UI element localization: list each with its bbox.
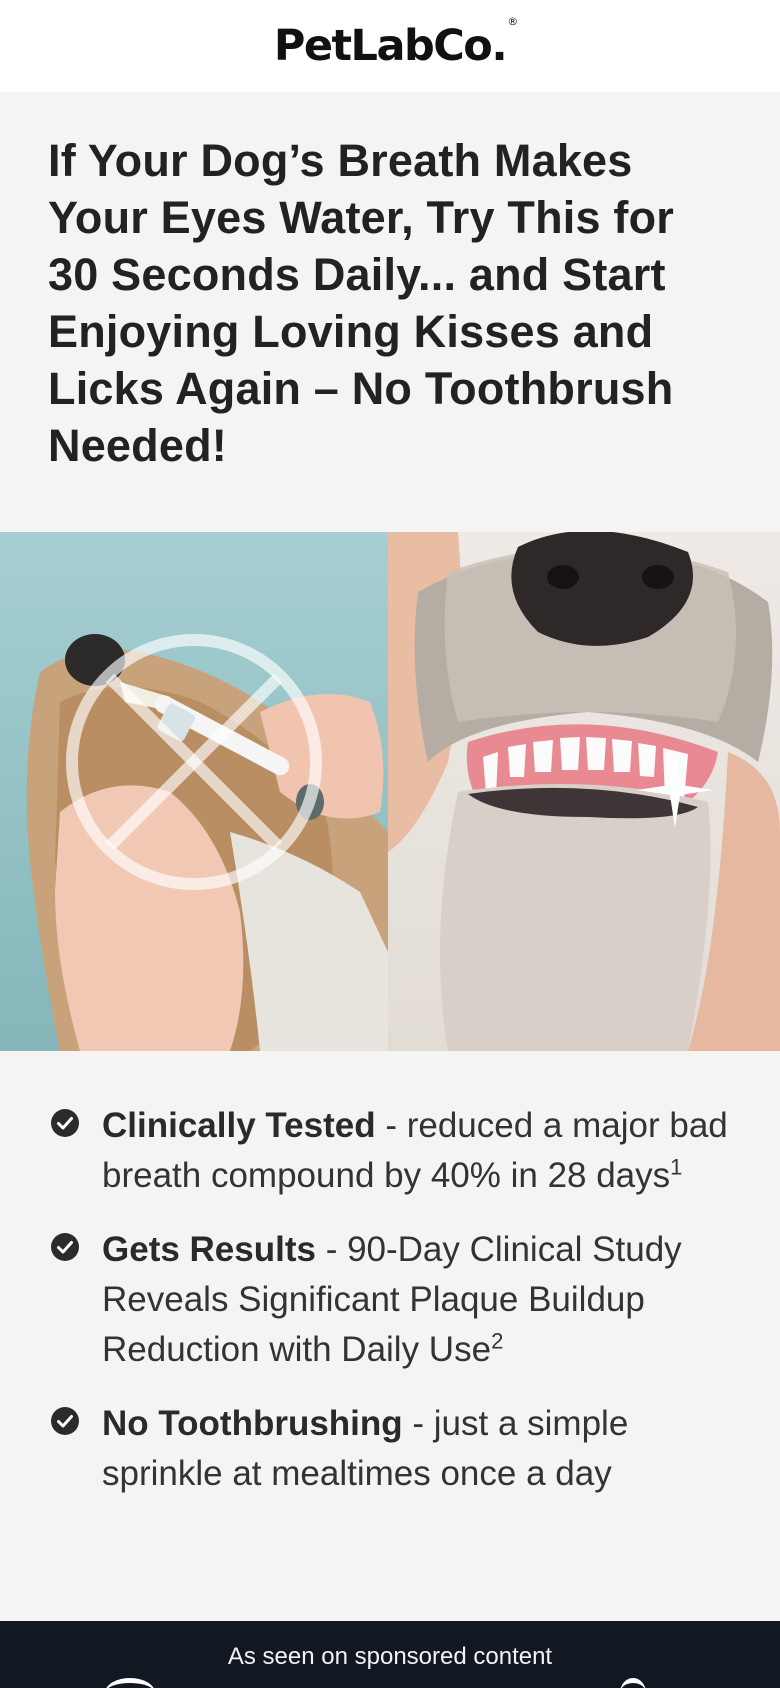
clean-teeth-dog-photo: [388, 532, 780, 1051]
media-logo-icon: [105, 1678, 155, 1688]
sponsored-content-label: As seen on sponsored content: [227, 1643, 553, 1670]
registered-mark: ®: [507, 15, 519, 28]
hero-image-comparison: [0, 532, 780, 1051]
site-header: PetLabCo. ®: [0, 0, 780, 92]
footnote-marker[interactable]: 1: [670, 1154, 682, 1179]
media-logo-icon: [620, 1678, 646, 1688]
feature-item: Clinically Tested - reduced a major bad …: [50, 1101, 732, 1201]
check-circle-icon: [51, 1407, 79, 1435]
petlabco-logo[interactable]: PetLabCo. ®: [273, 15, 518, 71]
feature-title: No Toothbrushing: [102, 1404, 403, 1443]
feature-title: Clinically Tested: [102, 1106, 376, 1145]
feature-item: No Toothbrushing - just a simple sprinkl…: [50, 1399, 732, 1499]
clean-teeth-illustration: [388, 532, 780, 1051]
check-circle-icon: [51, 1233, 79, 1261]
logo-text: PetLabCo.: [273, 21, 508, 71]
footnote-marker[interactable]: 2: [491, 1328, 503, 1353]
sponsored-footer-bar: As seen on sponsored content: [0, 1621, 780, 1688]
feature-text: No Toothbrushing - just a simple sprinkl…: [102, 1399, 732, 1499]
feature-text: Clinically Tested - reduced a major bad …: [102, 1101, 732, 1201]
feature-list: Clinically Tested - reduced a major bad …: [0, 1051, 780, 1523]
toothbrush-dog-photo: [0, 532, 388, 1051]
feature-text: Gets Results - 90-Day Clinical Study Rev…: [102, 1225, 732, 1375]
toothbrush-scene-illustration: [26, 634, 388, 1051]
check-circle-icon: [51, 1109, 79, 1137]
page-headline: If Your Dog’s Breath Makes Your Eyes Wat…: [48, 135, 674, 471]
headline-section: If Your Dog’s Breath Makes Your Eyes Wat…: [0, 92, 780, 532]
feature-item: Gets Results - 90-Day Clinical Study Rev…: [50, 1225, 732, 1375]
feature-title: Gets Results: [102, 1230, 316, 1269]
